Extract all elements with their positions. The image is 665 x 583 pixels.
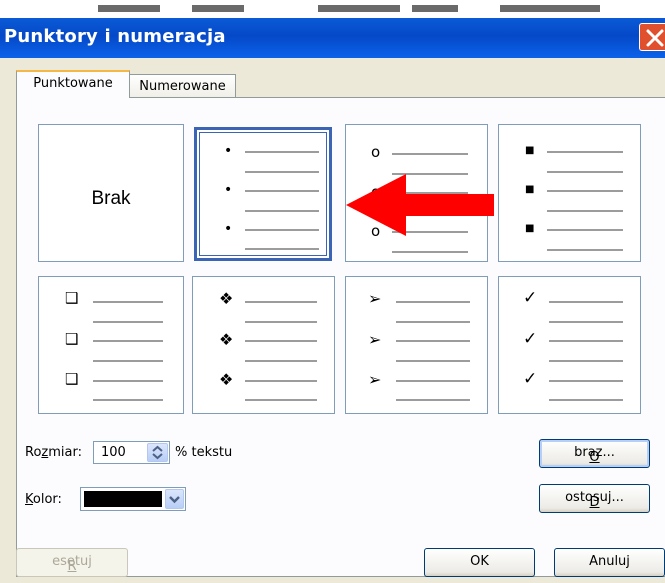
customize-button[interactable]: Dostosuj... [539, 484, 650, 513]
bullet-style-four-diamond[interactable]: ❖ ❖ ❖ [192, 276, 335, 414]
bullet-style-square[interactable]: ■ ■ ■ [498, 124, 641, 262]
reset-button[interactable]: Resetuj [16, 548, 128, 577]
size-unit-label: % tekstu [175, 445, 233, 460]
size-label: Rozmiar: [25, 445, 82, 460]
picture-button[interactable]: Obraz... [539, 439, 650, 468]
color-picker[interactable] [80, 487, 186, 511]
four-diamond-bullet-icon: ❖ [219, 330, 234, 349]
bullet-style-checkmark[interactable]: ✓ ✓ ✓ [498, 276, 641, 414]
dialog-title-bar[interactable]: Punktory i numeracja [0, 18, 665, 58]
close-button[interactable] [639, 23, 665, 51]
small-dot-bullet-icon: • [224, 143, 233, 159]
color-label: Kolor: [25, 492, 62, 507]
chevron-down-icon[interactable] [165, 489, 184, 509]
hollow-square-bullet-icon: ❑ [65, 370, 79, 388]
dialog-title: Punktory i numeracja [4, 26, 226, 47]
square-bullet-icon: ■ [525, 223, 535, 234]
cancel-button[interactable]: Anuluj [554, 548, 665, 577]
bullet-style-hollow-square[interactable]: ❑ ❑ ❑ [38, 276, 184, 414]
arrowhead-bullet-icon: ➢ [368, 370, 382, 389]
square-bullet-icon: ■ [525, 145, 535, 156]
four-diamond-bullet-icon: ❖ [219, 370, 234, 389]
bullet-style-none[interactable]: Brak [38, 124, 184, 262]
size-spinner[interactable]: 100 [93, 441, 170, 464]
ok-button-label: OK [470, 554, 489, 569]
color-swatch [84, 491, 162, 507]
hollow-square-bullet-icon: ❑ [65, 289, 79, 307]
size-value: 100 [101, 445, 126, 460]
tab-numerowane[interactable]: Numerowane [130, 74, 236, 98]
bullet-style-small-dot[interactable]: • • • [194, 127, 332, 261]
none-label: Brak [91, 188, 131, 209]
hollow-square-bullet-icon: ❑ [65, 330, 79, 348]
tab-label: Punktowane [33, 76, 113, 91]
checkmark-bullet-icon: ✓ [523, 369, 538, 389]
bullet-style-arrowhead[interactable]: ➢ ➢ ➢ [345, 276, 488, 414]
reset-button-label: Resetuj [52, 554, 92, 574]
customize-button-label: Dostosuj... [565, 490, 624, 510]
close-icon [646, 29, 664, 47]
checkmark-bullet-icon: ✓ [523, 288, 538, 308]
checkmark-bullet-icon: ✓ [523, 329, 538, 349]
four-diamond-bullet-icon: ❖ [219, 289, 234, 308]
arrowhead-bullet-icon: ➢ [368, 289, 382, 308]
cancel-button-label: Anuluj [589, 554, 630, 569]
arrowhead-bullet-icon: ➢ [368, 330, 382, 349]
background-document-strip [0, 0, 665, 18]
spinner-arrows-icon[interactable] [147, 443, 168, 462]
red-arrow-annotation [346, 174, 494, 236]
square-bullet-icon: ■ [525, 184, 535, 195]
small-dot-bullet-icon: • [224, 182, 233, 198]
tab-label: Numerowane [139, 79, 226, 94]
small-dot-bullet-icon: • [224, 221, 233, 237]
picture-button-label: Obraz... [574, 445, 615, 465]
tab-punktowane[interactable]: Punktowane [16, 70, 130, 98]
hollow-circle-bullet-icon: o [371, 143, 381, 161]
ok-button[interactable]: OK [424, 548, 535, 577]
